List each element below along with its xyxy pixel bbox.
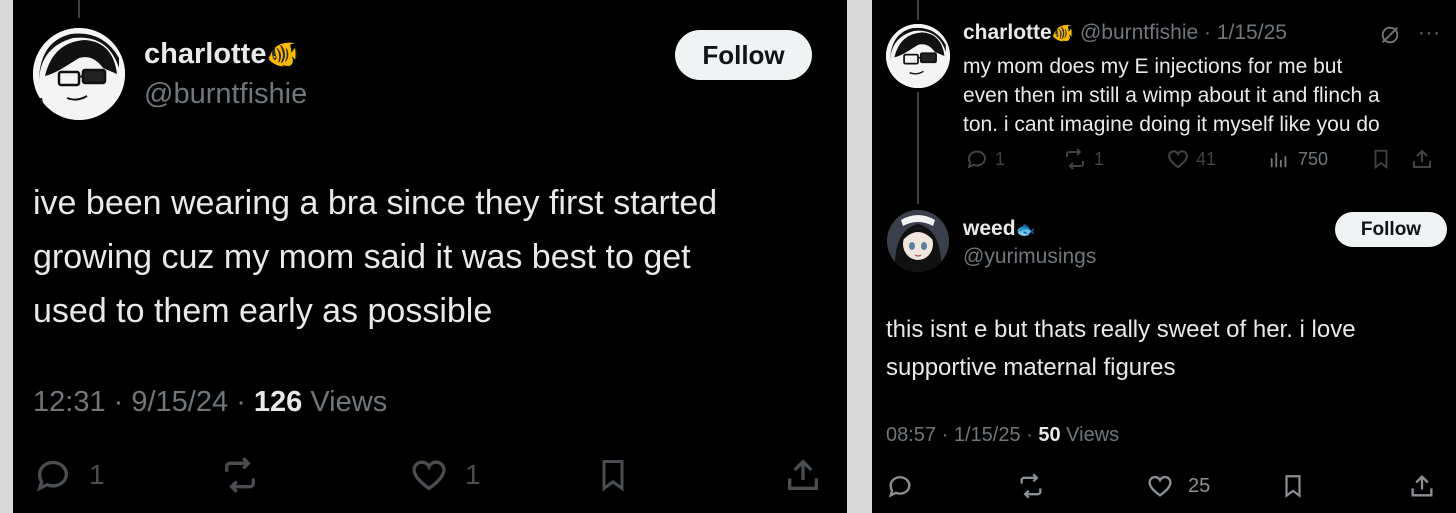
thread-line <box>78 0 80 18</box>
repost-icon <box>1020 473 1042 499</box>
share-icon <box>1411 475 1433 497</box>
left-post-panel: charlotte🐠 @burntfishie Follow ive been … <box>13 0 847 513</box>
repost-icon <box>225 457 255 493</box>
author-handle[interactable]: @yurimusings <box>963 245 1096 269</box>
post-text-line: this isnt e but thats really sweet of he… <box>886 316 1356 343</box>
post-text-line: even then im still a wimp about it and f… <box>963 84 1380 107</box>
avatar-image <box>33 28 125 120</box>
like-icon <box>1148 475 1172 497</box>
fish-emoji-badge: 🐠 <box>266 39 299 69</box>
post-meta: 08:57 · 1/15/25 · 50 Views <box>886 424 1120 446</box>
fish-emoji-badge: 🐠 <box>1051 23 1075 43</box>
avatar-image <box>887 210 949 272</box>
post-text: this isnt e but thats really sweet of he… <box>886 311 1446 387</box>
bookmark-button[interactable] <box>1280 472 1306 500</box>
follow-button[interactable]: Follow <box>675 30 812 80</box>
post-text-line: my mom does my E injections for me but <box>963 55 1343 78</box>
grok-icon[interactable] <box>1379 24 1401 46</box>
views-button[interactable]: 750 <box>1268 147 1328 171</box>
post-text-line: growing cuz my mom said it was best to g… <box>33 238 691 276</box>
bookmark-icon <box>1285 475 1301 498</box>
thread-line <box>917 92 919 204</box>
views-count: 750 <box>1298 148 1329 169</box>
share-icon <box>788 459 818 490</box>
reply-count: 1 <box>89 459 105 490</box>
share-icon <box>1413 149 1431 168</box>
author-name[interactable]: charlotte <box>963 21 1052 44</box>
like-count: 1 <box>465 459 481 490</box>
avatar-image <box>886 24 950 88</box>
repost-button[interactable] <box>1016 472 1046 500</box>
reply-icon <box>888 476 911 498</box>
like-button[interactable]: 25 <box>1146 472 1210 500</box>
thread-line <box>917 0 919 20</box>
reply-button[interactable]: 1 <box>33 455 105 495</box>
reply-icon <box>36 460 68 492</box>
post-date[interactable]: 1/15/25 <box>954 424 1021 446</box>
avatar[interactable] <box>887 210 949 272</box>
author-handle[interactable]: @burntfishie <box>1080 21 1198 44</box>
like-button[interactable]: 1 <box>409 455 481 495</box>
post-time[interactable]: 12:31 <box>33 386 106 418</box>
reply-button[interactable] <box>886 472 914 500</box>
author-name[interactable]: weed🐟 <box>963 217 1035 241</box>
repost-button[interactable] <box>219 455 261 495</box>
like-icon <box>412 460 446 491</box>
views-icon <box>1270 152 1287 168</box>
author-name[interactable]: charlotte🐠 <box>144 38 299 71</box>
bookmark-button[interactable] <box>595 455 631 495</box>
bookmark-icon <box>602 460 624 492</box>
post-text-line: ive been wearing a bra since they first … <box>33 184 718 222</box>
avatar[interactable] <box>33 28 125 120</box>
views-count: 126 <box>253 386 303 418</box>
repost-icon <box>1066 148 1084 170</box>
repost-button[interactable]: 1 <box>1062 147 1104 171</box>
reply-button[interactable]: 1 <box>965 147 1005 171</box>
fish-emoji-badge: 🐟 <box>1015 222 1036 239</box>
like-icon <box>1168 150 1188 169</box>
bookmark-icon <box>1374 149 1388 170</box>
views-label: Views <box>310 386 388 418</box>
more-options-icon[interactable]: ··· <box>1418 22 1441 45</box>
right-thread-panel: charlotte🐠 @burntfishie · 1/15/25 ··· my… <box>872 0 1456 513</box>
post-text-line: ton. i cant imagine doing it myself like… <box>963 113 1380 136</box>
post-text: my mom does my E injections for me but e… <box>963 52 1443 139</box>
share-button[interactable] <box>1408 472 1436 500</box>
post-date[interactable]: 9/15/24 <box>131 386 228 418</box>
reply-count: 1 <box>995 148 1006 169</box>
like-count: 41 <box>1196 148 1217 169</box>
post-header: charlotte🐠 @burntfishie · 1/15/25 <box>963 21 1287 44</box>
avatar[interactable] <box>886 24 950 88</box>
post-date[interactable]: 1/15/25 <box>1217 21 1287 44</box>
reply-icon <box>967 150 986 169</box>
post-text-line: used to them early as possible <box>33 292 493 330</box>
post-text: ive been wearing a bra since they first … <box>33 176 833 338</box>
post-meta: 12:31 · 9/15/24 · 126 Views <box>33 386 388 418</box>
share-button[interactable] <box>783 455 823 495</box>
share-button[interactable] <box>1410 147 1434 171</box>
views-count: 50 <box>1038 424 1061 446</box>
author-handle[interactable]: @burntfishie <box>144 78 307 111</box>
views-label: Views <box>1066 424 1120 446</box>
like-count: 25 <box>1188 474 1211 497</box>
repost-count: 1 <box>1094 148 1105 169</box>
bookmark-button[interactable] <box>1370 147 1392 171</box>
post-time[interactable]: 08:57 <box>886 424 936 446</box>
follow-button[interactable]: Follow <box>1335 212 1447 247</box>
like-button[interactable]: 41 <box>1166 147 1216 171</box>
post-text-line: supportive maternal figures <box>886 354 1176 381</box>
